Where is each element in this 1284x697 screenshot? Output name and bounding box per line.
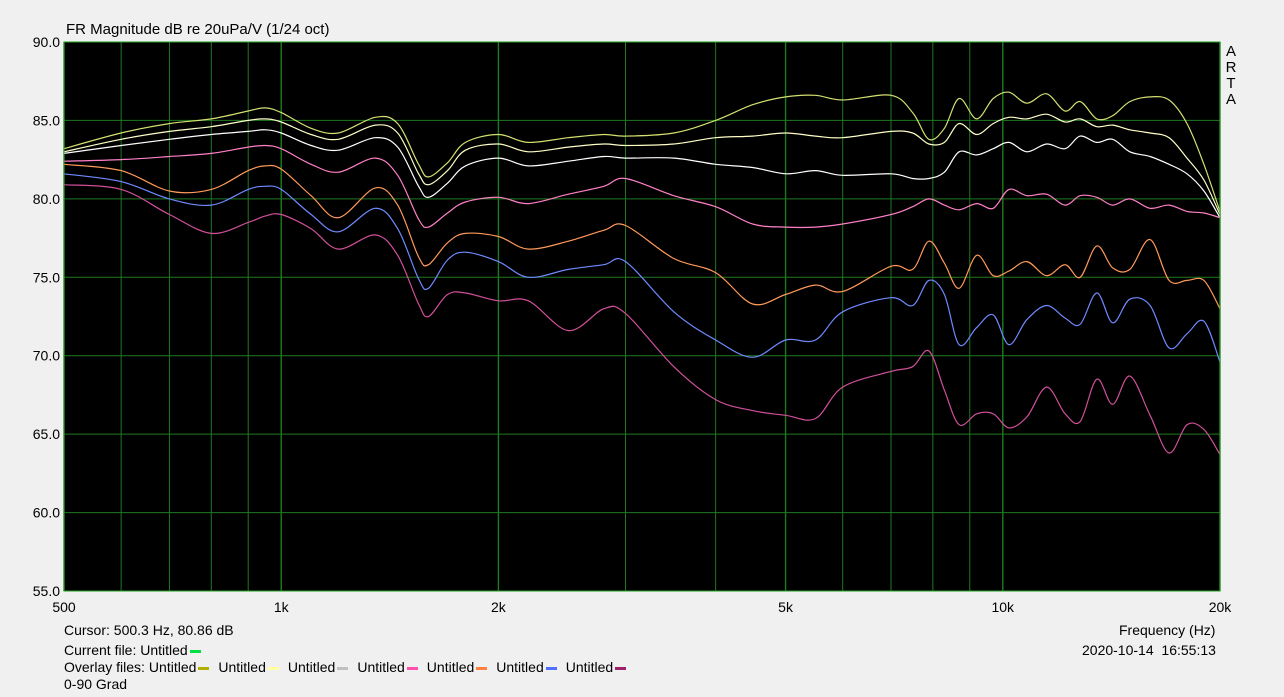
arta-letter: T (1226, 75, 1236, 92)
overlay-file-name: Untitled (287, 659, 336, 675)
overlay-swatch (198, 666, 210, 670)
x-tick-label: 10k (991, 599, 1015, 615)
overlay-swatch (406, 666, 418, 670)
overlay-prefix: Overlay files: (64, 659, 145, 675)
frequency-response-chart[interactable]: 500 1k 2k 5k 10k 20k 55.0 60.0 65.0 70.0 75.0 80.0 8… (0, 0, 1284, 697)
x-tick-label: 2k (491, 599, 507, 615)
x-axis-label: Frequency (Hz) (1119, 622, 1216, 638)
overlay-list: Untitled Untitled Untitled Untitled Untitled… (149, 659, 635, 675)
x-tick-label: 1k (274, 599, 290, 615)
y-tick-label: 70.0 (33, 348, 60, 364)
overlay-file-name: Untitled (426, 659, 475, 675)
timestamp: 2020-10-14 16:55:13 (1082, 642, 1216, 658)
plot-area (64, 42, 1220, 591)
overlay-swatch (337, 666, 349, 670)
current-file: Current file: Untitled (64, 642, 210, 658)
y-tick-label: 85.0 (33, 112, 60, 128)
current-file-swatch (189, 649, 201, 653)
cursor-readout: Cursor: 500.3 Hz, 80.86 dB (64, 622, 234, 638)
overlay-file-name: Untitled (496, 659, 544, 675)
overlay-swatch (615, 666, 627, 670)
x-tick-label: 20k (1209, 599, 1233, 615)
overlay-files: Overlay files: Untitled Untitled Untitled U… (64, 659, 635, 675)
y-tick-label: 65.0 (33, 426, 60, 442)
arta-letter: A (1225, 91, 1236, 108)
y-tick-label: 80.0 (33, 191, 60, 207)
overlay-swatch (476, 666, 488, 670)
y-tick-label: 90.0 (33, 34, 60, 50)
overlay-swatch (267, 666, 279, 670)
current-file-label: Current file: Untitled (64, 642, 188, 658)
y-tick-label: 55.0 (33, 583, 60, 599)
x-tick-label: 500 (52, 599, 76, 615)
overlay-file-name: Untitled (218, 659, 266, 675)
overlay-file-name: Untitled (565, 659, 614, 675)
overlay-swatch (545, 666, 557, 670)
arta-letter: A (1225, 43, 1236, 60)
x-tick-label: 5k (778, 599, 794, 615)
note-text: 0-90 Grad (64, 676, 128, 692)
overlay-file-name: Untitled (357, 659, 405, 675)
overlay-file-name: Untitled (148, 659, 197, 675)
y-tick-label: 60.0 (33, 505, 60, 521)
arta-letter: R (1225, 59, 1237, 76)
date-text: 2020-10-14 (1082, 642, 1154, 658)
arta-watermark: A R T A (1225, 44, 1237, 108)
time-text: 16:55:13 (1161, 642, 1216, 658)
y-tick-label: 75.0 (33, 269, 60, 285)
